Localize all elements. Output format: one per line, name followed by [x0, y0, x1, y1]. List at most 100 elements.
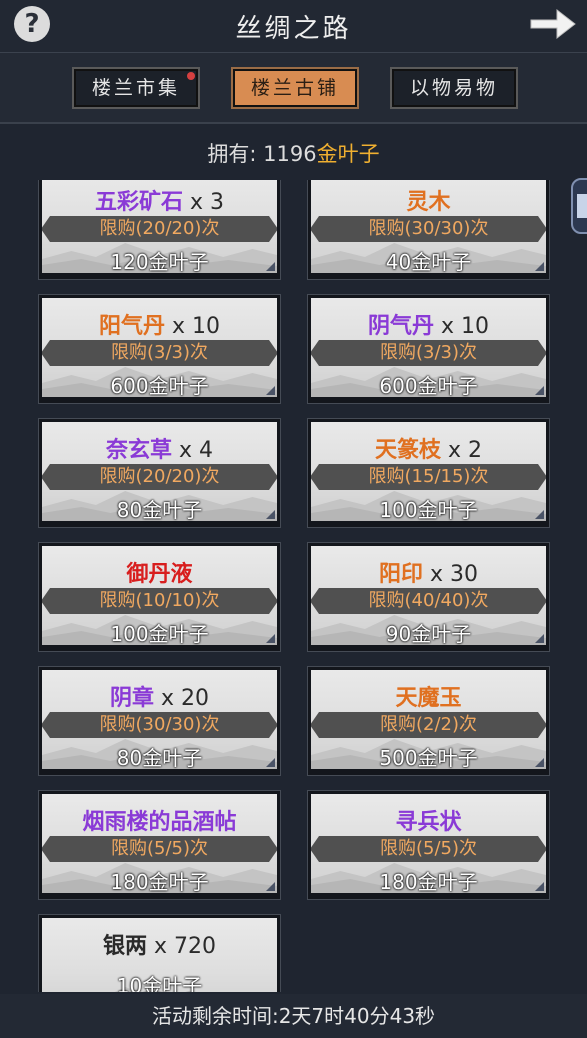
purchase-limit: 限购(3/3)次	[110, 342, 208, 363]
item-name-line: 奈玄草 x 4	[42, 432, 277, 464]
arrow-right-icon[interactable]	[527, 4, 577, 44]
item-name-line: 阳印 x 30	[311, 556, 546, 588]
item-price: 180金叶子	[110, 870, 209, 893]
purchase-limit-banner: 限购(2/2)次	[311, 712, 546, 738]
purchase-limit-banner: 限购(20/20)次	[42, 216, 277, 242]
purchase-limit: 限购(5/5)次	[110, 838, 208, 859]
event-countdown: 活动剩余时间:2天7时40分43秒	[0, 994, 587, 1038]
shop-item-card[interactable]: 天魔玉 限购(2/2)次 500金叶子	[307, 666, 550, 776]
item-quantity: x 4	[172, 438, 214, 463]
shop-item-card[interactable]: 寻兵状 限购(5/5)次 180金叶子	[307, 790, 550, 900]
item-name-line: 阴章 x 20	[42, 680, 277, 712]
purchase-limit: 限购(20/20)次	[99, 218, 220, 239]
shop-item-list[interactable]: 五彩矿石 x 3 限购(20/20)次 120金叶子 灵木 限购(30/30)次 40金叶…	[0, 180, 587, 992]
item-price: 10金叶子	[116, 974, 203, 992]
item-quantity: x 20	[154, 686, 209, 711]
corner-marker	[535, 510, 544, 519]
purchase-limit-banner: 限购(30/30)次	[311, 216, 546, 242]
item-card-body: 阳印 x 30 限购(40/40)次 90金叶子	[311, 546, 546, 645]
purchase-limit-banner: 限购(30/30)次	[42, 712, 277, 738]
item-card-body: 寻兵状 限购(5/5)次 180金叶子	[311, 794, 546, 893]
item-card-body: 烟雨楼的品酒帖限购(5/5)次 180金叶子	[42, 794, 277, 893]
item-name-line: 阳气丹 x 10	[42, 308, 277, 340]
owned-currency: 金叶子	[316, 142, 380, 166]
item-name: 灵木	[406, 190, 451, 215]
item-name-line: 寻兵状	[311, 804, 546, 836]
corner-marker	[266, 758, 275, 767]
item-name: 天魔玉	[395, 686, 462, 711]
shop-item-card[interactable]: 五彩矿石 x 3 限购(20/20)次 120金叶子	[38, 180, 281, 280]
item-name: 寻兵状	[395, 810, 462, 835]
shop-item-card[interactable]: 阳气丹 x 10 限购(3/3)次 600金叶子	[38, 294, 281, 404]
purchase-limit-banner: 限购(15/15)次	[311, 464, 546, 490]
item-price: 600金叶子	[110, 374, 209, 397]
notification-dot	[187, 72, 195, 80]
purchase-limit: 限购(40/40)次	[368, 590, 489, 611]
item-card-body: 灵木限购(30/30)次 40金叶子	[311, 180, 546, 273]
shop-item-card[interactable]: 奈玄草 x 4 限购(20/20)次 80金叶子	[38, 418, 281, 528]
corner-marker	[266, 634, 275, 643]
item-price: 120金叶子	[110, 250, 209, 273]
corner-marker	[535, 758, 544, 767]
purchase-limit: 限购(2/2)次	[379, 714, 477, 735]
purchase-limit: 限购(15/15)次	[368, 466, 489, 487]
item-card-body: 御丹液 限购(10/10)次 100金叶子	[42, 546, 277, 645]
item-quantity: x 10	[165, 314, 220, 339]
purchase-limit-banner: 限购(10/10)次	[42, 588, 277, 614]
purchase-limit-banner: 限购(5/5)次	[42, 836, 277, 862]
shop-item-card[interactable]: 阴气丹 x 10 限购(3/3)次 600金叶子	[307, 294, 550, 404]
item-card-body: 五彩矿石 x 3 限购(20/20)次 120金叶子	[42, 180, 277, 273]
item-card-body: 天篆枝 x 2 限购(15/15)次 100金叶子	[311, 422, 546, 521]
item-price: 100金叶子	[110, 622, 209, 645]
shop-item-card[interactable]: 阳印 x 30 限购(40/40)次 90金叶子	[307, 542, 550, 652]
purchase-limit: 限购(20/20)次	[99, 466, 220, 487]
item-quantity: x 10	[434, 314, 489, 339]
purchase-limit-banner: 限购(3/3)次	[311, 340, 546, 366]
item-card-body: 天魔玉 限购(2/2)次 500金叶子	[311, 670, 546, 769]
item-card-body: 银两 x 720 10金叶子	[42, 918, 277, 992]
shop-item-card[interactable]: 灵木限购(30/30)次 40金叶子	[307, 180, 550, 280]
shop-item-card[interactable]: 御丹液 限购(10/10)次 100金叶子	[38, 542, 281, 652]
purchase-limit: 限购(5/5)次	[379, 838, 477, 859]
tab-bar: 楼兰市集 楼兰古铺 以物易物	[0, 52, 587, 124]
purchase-limit: 限购(30/30)次	[368, 218, 489, 239]
purchase-limit-banner: 限购(5/5)次	[311, 836, 546, 862]
item-quantity: x 30	[423, 562, 478, 587]
corner-marker	[535, 262, 544, 271]
item-price: 80金叶子	[116, 498, 203, 521]
item-name: 奈玄草	[105, 438, 172, 463]
shop-item-card[interactable]: 天篆枝 x 2 限购(15/15)次 100金叶子	[307, 418, 550, 528]
item-quantity: x 2	[441, 438, 483, 463]
tab-label: 楼兰市集	[91, 77, 180, 99]
item-card-body: 阴气丹 x 10 限购(3/3)次 600金叶子	[311, 298, 546, 397]
tab-loulan-market[interactable]: 楼兰市集	[72, 67, 200, 109]
corner-marker	[266, 386, 275, 395]
tab-label: 楼兰古铺	[250, 77, 339, 99]
owned-amount: 1196	[263, 142, 317, 166]
corner-marker	[266, 882, 275, 891]
side-drawer-handle[interactable]	[571, 178, 587, 234]
item-name-line: 灵木	[311, 184, 546, 216]
tab-barter[interactable]: 以物易物	[390, 67, 518, 109]
item-name: 阴章	[109, 686, 154, 711]
item-price: 600金叶子	[379, 374, 478, 397]
item-name: 御丹液	[126, 562, 193, 587]
corner-marker	[266, 510, 275, 519]
item-name-line: 御丹液	[42, 556, 277, 588]
owned-label: 拥有:	[207, 142, 264, 166]
shop-item-card[interactable]: 烟雨楼的品酒帖限购(5/5)次 180金叶子	[38, 790, 281, 900]
item-name-line: 银两 x 720	[42, 928, 277, 960]
header-bar: ? 丝绸之路	[0, 0, 587, 52]
item-name-line: 天篆枝 x 2	[311, 432, 546, 464]
corner-marker	[266, 262, 275, 271]
item-name-line: 烟雨楼的品酒帖	[42, 804, 277, 836]
item-name: 五彩矿石	[94, 190, 183, 215]
item-name: 烟雨楼的品酒帖	[82, 810, 237, 835]
page-title: 丝绸之路	[235, 14, 352, 44]
item-price: 80金叶子	[116, 746, 203, 769]
item-name-line: 天魔玉	[311, 680, 546, 712]
item-price: 40金叶子	[385, 250, 472, 273]
tab-loulan-shop[interactable]: 楼兰古铺	[231, 67, 359, 109]
shop-item-card[interactable]: 阴章 x 20 限购(30/30)次 80金叶子	[38, 666, 281, 776]
shop-item-card[interactable]: 银两 x 720 10金叶子	[38, 914, 281, 992]
